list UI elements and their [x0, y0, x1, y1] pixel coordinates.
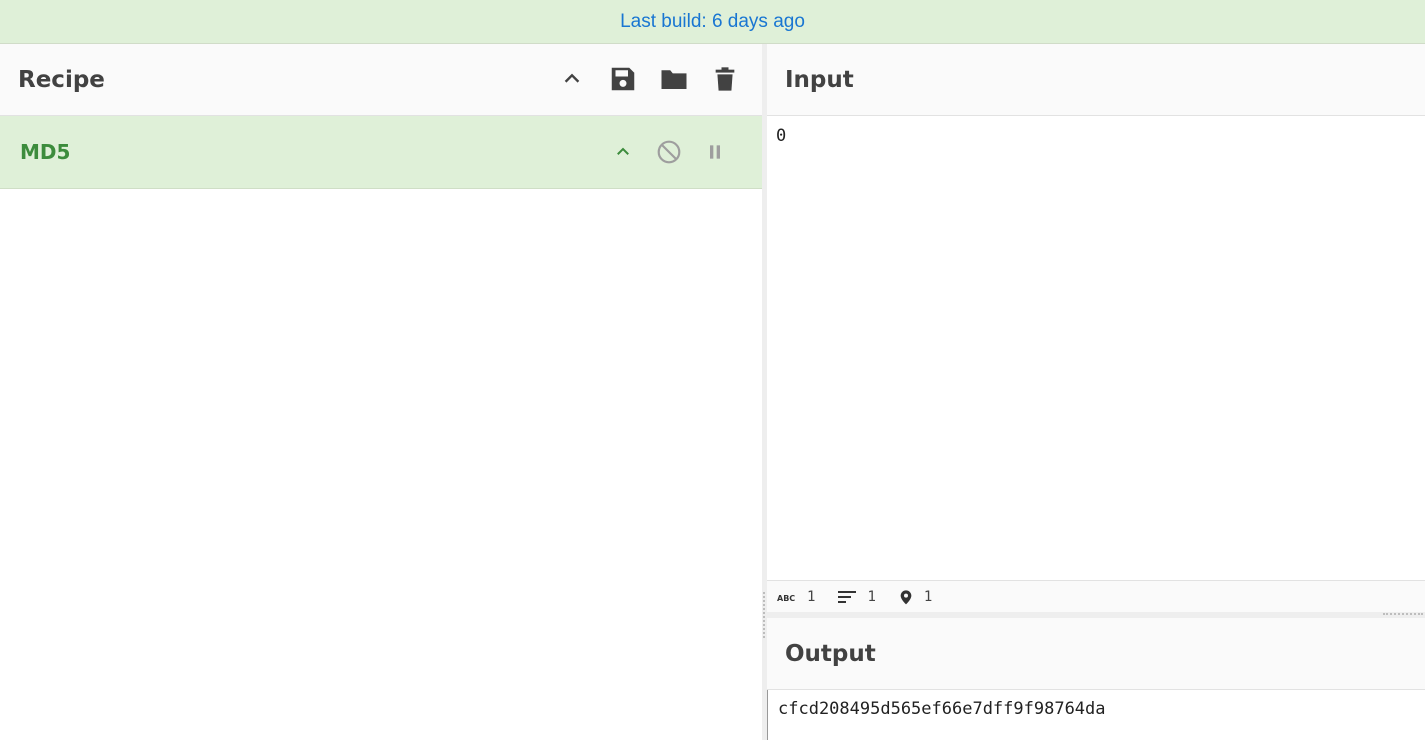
input-value: 0 [776, 126, 787, 146]
recipe-actions [557, 64, 740, 94]
lines-icon [838, 590, 857, 603]
location-pin-icon [900, 589, 912, 604]
output-header: Output [767, 618, 1425, 690]
lines-stat: 1 [837, 588, 876, 605]
length-value: 1 [807, 588, 816, 605]
clear-recipe-button[interactable] [710, 64, 740, 94]
operation-controls [608, 137, 730, 167]
pause-icon [710, 145, 720, 159]
output-value: cfcd208495d565ef66e7dff9f98764da [778, 699, 1106, 719]
load-recipe-button[interactable] [659, 64, 689, 94]
recipe-header: Recipe [0, 44, 762, 116]
build-banner: Last build: 6 days ago [0, 0, 1425, 44]
svg-text:ABC: ABC [777, 594, 795, 603]
save-recipe-button[interactable] [608, 64, 638, 94]
resize-grip [763, 592, 766, 638]
io-pane: Input 0 ABC 1 1 1 Output cfcd208495d565e… [767, 44, 1425, 740]
recipe-operation-md5[interactable]: MD5 [0, 116, 762, 189]
chevron-up-icon [564, 73, 580, 83]
collapse-operation-button[interactable] [608, 137, 638, 167]
disable-icon [657, 140, 681, 164]
save-icon [611, 67, 635, 91]
build-banner-text: Last build: 6 days ago [620, 10, 805, 32]
abc-icon: ABC [777, 594, 795, 603]
input-title: Input [785, 66, 854, 93]
position-value: 1 [923, 588, 933, 605]
output-title: Output [785, 640, 876, 667]
chevron-up-icon [617, 147, 629, 155]
recipe-title: Recipe [18, 66, 105, 93]
folder-icon [661, 70, 687, 89]
resize-grip [1383, 613, 1423, 616]
input-textarea[interactable]: 0 [767, 116, 1425, 580]
position-stat: 1 [898, 587, 932, 607]
collapse-all-button[interactable] [557, 64, 587, 94]
trash-icon [715, 67, 735, 91]
disable-operation-button[interactable] [654, 137, 684, 167]
length-stat: ABC 1 [777, 589, 815, 605]
recipe-pane: Recipe MD5 [0, 44, 762, 740]
input-header: Input [767, 44, 1425, 116]
breakpoint-button[interactable] [700, 137, 730, 167]
lines-value: 1 [867, 588, 876, 605]
operation-name: MD5 [20, 140, 71, 164]
input-status-bar: ABC 1 1 1 [767, 580, 1425, 612]
output-textarea[interactable]: cfcd208495d565ef66e7dff9f98764da [767, 690, 1425, 740]
